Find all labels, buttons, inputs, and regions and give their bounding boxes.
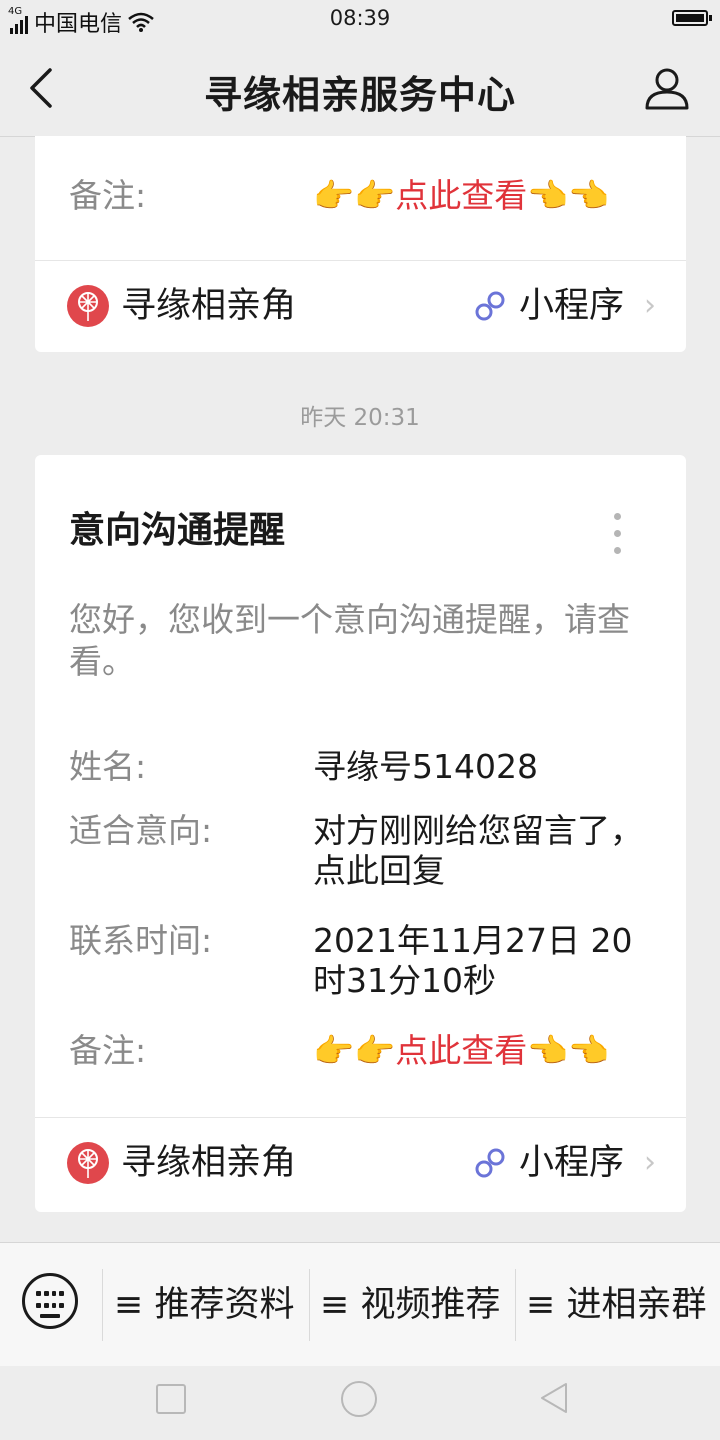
- pointing-left-hand-icon: 👈👈: [527, 176, 610, 215]
- back-triangle-icon[interactable]: [536, 1380, 572, 1416]
- field-value[interactable]: 对方刚刚给您留言了，点此回复: [313, 811, 656, 891]
- more-options-icon[interactable]: [614, 513, 622, 557]
- menu-separator: [515, 1269, 516, 1341]
- template-message-card[interactable]: 意向沟通提醒 您好，您收到一个意向沟通提醒，请查看。 姓名: 寻缘号514028…: [35, 455, 686, 1212]
- template-message-card[interactable]: 备注: 👉👉点此查看👈👈 寻缘相亲角 小程序 ›: [35, 136, 686, 352]
- miniprogram-tag: 小程序 ›: [473, 1141, 656, 1185]
- field-label: 联系时间:: [69, 921, 213, 960]
- pointing-right-hand-icon: 👉👉: [313, 1031, 396, 1070]
- pointing-right-hand-icon: 👉👉: [313, 176, 396, 215]
- menu-separator: [102, 1269, 103, 1341]
- battery-icon: [672, 10, 712, 26]
- miniprogram-footer[interactable]: 寻缘相亲角 小程序 ›: [35, 260, 686, 352]
- status-bar: 4G 中国电信 08:39: [0, 0, 720, 40]
- note-value[interactable]: 👉👉点此查看👈👈: [313, 1031, 656, 1071]
- recent-apps-icon[interactable]: [156, 1384, 186, 1414]
- miniprogram-link-icon: [475, 291, 505, 321]
- field-value: 2021年11月27日 20时31分10秒: [313, 921, 633, 1000]
- nav-bar: 寻缘相亲服务中心: [0, 40, 720, 137]
- official-account-menu: ≡ 推荐资料 ≡ 视频推荐 ≡ 进相亲群: [0, 1242, 720, 1367]
- clock: 08:39: [329, 6, 391, 30]
- pointing-left-hand-icon: 👈👈: [527, 1031, 610, 1070]
- card-intro: 您好，您收到一个意向沟通提醒，请查看。: [69, 600, 630, 681]
- miniprogram-footer[interactable]: 寻缘相亲角 小程序 ›: [35, 1117, 686, 1209]
- miniprogram-link-icon: [475, 1148, 505, 1178]
- menu-item-join-group[interactable]: ≡ 进相亲群: [526, 1265, 706, 1345]
- user-profile-icon[interactable]: [644, 66, 690, 110]
- keyboard-icon[interactable]: [22, 1273, 78, 1329]
- card-title: 意向沟通提醒: [69, 510, 286, 551]
- field-label: 姓名:: [69, 747, 147, 786]
- menu-item-video-recommend[interactable]: ≡ 视频推荐: [320, 1265, 500, 1345]
- menu-item-recommend-profile[interactable]: ≡ 推荐资料: [114, 1265, 294, 1345]
- chevron-right-icon: ›: [644, 1145, 656, 1180]
- field-label: 备注:: [69, 1031, 147, 1070]
- miniprogram-logo-icon: [67, 285, 109, 327]
- note-value[interactable]: 👉👉点此查看👈👈: [313, 176, 656, 216]
- chevron-right-icon: ›: [644, 288, 656, 323]
- miniprogram-name: 寻缘相亲角: [121, 286, 297, 326]
- system-nav-bar: [0, 1366, 720, 1440]
- page-title: 寻缘相亲服务中心: [203, 73, 516, 117]
- note-label: 备注:: [69, 176, 147, 215]
- field-label: 适合意向:: [69, 811, 213, 850]
- field-value: 寻缘号514028: [313, 747, 538, 786]
- miniprogram-name: 寻缘相亲角: [121, 1143, 297, 1183]
- miniprogram-logo-icon: [67, 1142, 109, 1184]
- menu-separator: [309, 1269, 310, 1341]
- home-icon[interactable]: [341, 1381, 377, 1417]
- miniprogram-tag: 小程序 ›: [473, 284, 656, 328]
- message-timestamp: 昨天 20:31: [300, 405, 420, 431]
